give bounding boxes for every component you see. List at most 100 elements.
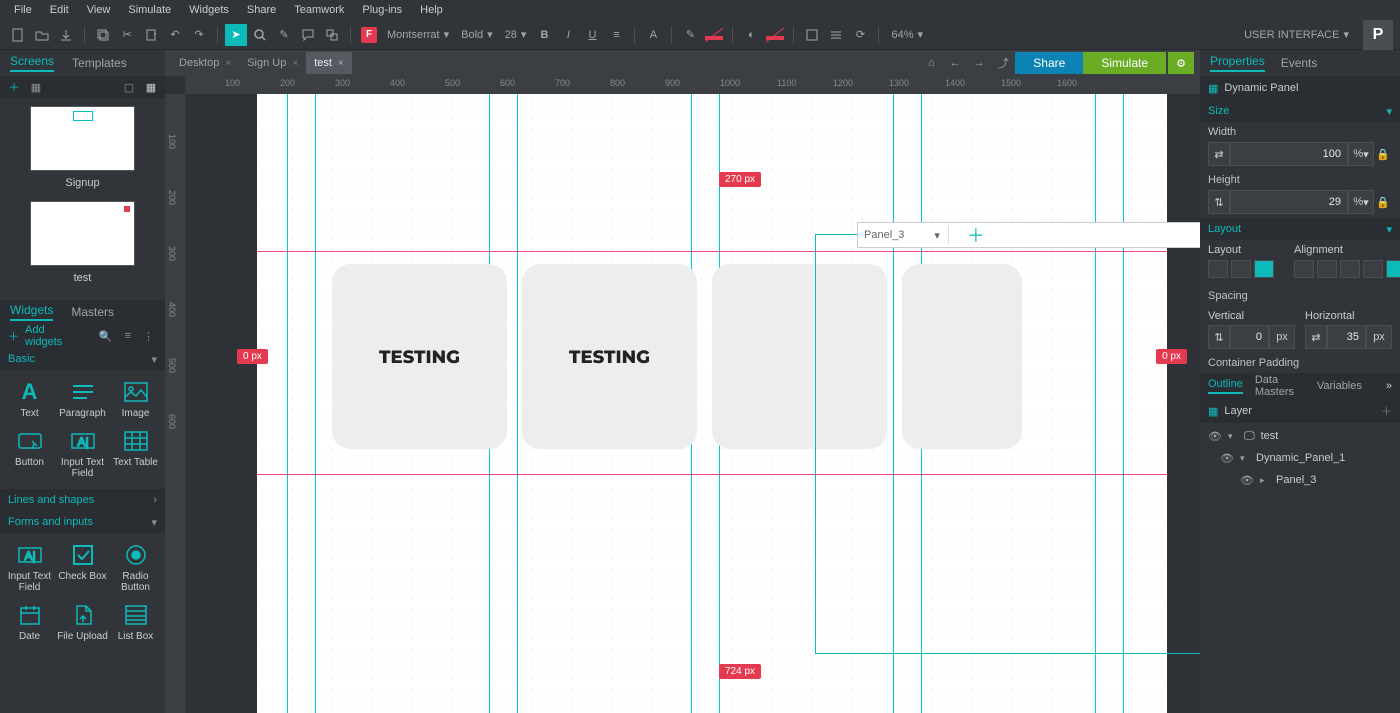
- widget-button[interactable]: Button: [4, 425, 55, 483]
- tab-properties[interactable]: Properties: [1210, 54, 1265, 72]
- width-input[interactable]: 100: [1230, 142, 1348, 166]
- outline-node-test[interactable]: 👁▾🖵test: [1200, 425, 1400, 447]
- fill-icon[interactable]: ◐: [740, 24, 762, 46]
- nav-forward-icon[interactable]: →: [968, 52, 990, 74]
- outline-more-icon[interactable]: »: [1386, 380, 1392, 392]
- tab-data-masters[interactable]: Data Masters: [1255, 374, 1305, 398]
- accordion-basic[interactable]: Basic: [8, 353, 35, 365]
- menu-share[interactable]: Share: [239, 2, 284, 18]
- distribute-icon[interactable]: [825, 24, 847, 46]
- width-unit[interactable]: % ▾: [1348, 142, 1374, 166]
- text-color-icon[interactable]: A: [642, 24, 664, 46]
- cut-icon[interactable]: ✂: [116, 24, 138, 46]
- tab-events[interactable]: Events: [1281, 56, 1318, 70]
- height-stepper-icon[interactable]: ⇅: [1208, 190, 1230, 214]
- tab-masters[interactable]: Masters: [71, 305, 114, 319]
- simulate-button[interactable]: Simulate: [1083, 52, 1166, 74]
- font-weight-dropdown[interactable]: Bold▾: [455, 25, 499, 45]
- highlight-icon[interactable]: ✎: [273, 24, 295, 46]
- layout-opt-3[interactable]: [1254, 260, 1274, 278]
- profile-avatar[interactable]: P: [1363, 20, 1393, 50]
- close-icon[interactable]: ×: [225, 58, 231, 69]
- underline-icon[interactable]: U: [581, 24, 603, 46]
- vspacing-stepper[interactable]: ⇅: [1208, 325, 1230, 349]
- layout-opt-2[interactable]: [1231, 260, 1251, 278]
- menu-plugins[interactable]: Plug-ins: [354, 2, 410, 18]
- widget-input-text2[interactable]: A|Input Text Field: [4, 539, 55, 597]
- simulate-settings-icon[interactable]: ⚙: [1168, 52, 1194, 74]
- italic-icon[interactable]: I: [557, 24, 579, 46]
- panel-selector-bar[interactable]: Panel_3▾ ＋: [857, 222, 1200, 248]
- pen-icon[interactable]: ✎: [679, 24, 701, 46]
- export-icon[interactable]: ⤴: [992, 52, 1014, 74]
- chevron-down-icon[interactable]: ▾: [1240, 453, 1250, 464]
- add-widgets-plus-icon[interactable]: ＋: [8, 328, 19, 344]
- card-testing-2[interactable]: TESTING: [522, 264, 697, 449]
- accordion-forms[interactable]: Forms and inputs: [8, 516, 93, 528]
- group-icon[interactable]: [321, 24, 343, 46]
- tab-variables[interactable]: Variables: [1317, 380, 1362, 392]
- height-input[interactable]: 29: [1230, 190, 1348, 214]
- canvas[interactable]: 1002003004005006007008009001000110012001…: [165, 76, 1200, 713]
- widgets-search-icon[interactable]: 🔍: [96, 330, 116, 343]
- widget-checkbox[interactable]: Check Box: [57, 539, 108, 597]
- lock-icon[interactable]: 🔒: [1374, 190, 1392, 214]
- chevron-right-icon[interactable]: ▸: [1260, 475, 1270, 486]
- panel-dropdown[interactable]: Panel_3▾: [864, 229, 940, 242]
- doc-tab-desktop[interactable]: Desktop×: [171, 52, 239, 74]
- screen-thumb-signup[interactable]: [30, 106, 135, 171]
- align-3[interactable]: [1340, 260, 1360, 278]
- view-thumb-icon[interactable]: ▢: [121, 79, 137, 95]
- align-1[interactable]: [1294, 260, 1314, 278]
- open-icon[interactable]: [31, 24, 53, 46]
- pointer-icon[interactable]: ➤: [225, 24, 247, 46]
- visibility-icon[interactable]: 👁: [1220, 452, 1234, 465]
- doc-tab-test[interactable]: test×: [306, 52, 352, 74]
- menu-widgets[interactable]: Widgets: [181, 2, 237, 18]
- outline-node-dynamic-panel[interactable]: 👁▾Dynamic_Panel_1: [1200, 447, 1400, 469]
- widget-date[interactable]: Date: [4, 599, 55, 646]
- tab-widgets[interactable]: Widgets: [10, 303, 53, 321]
- font-size-dropdown[interactable]: 28▾: [499, 25, 533, 45]
- add-widgets-label[interactable]: Add widgets: [25, 324, 84, 348]
- new-doc-icon[interactable]: [7, 24, 29, 46]
- layout-opt-1[interactable]: [1208, 260, 1228, 278]
- share-button[interactable]: Share: [1015, 52, 1083, 74]
- view-grid-icon[interactable]: ▦: [143, 79, 159, 95]
- menu-file[interactable]: File: [6, 2, 40, 18]
- paste-icon[interactable]: [140, 24, 162, 46]
- menu-view[interactable]: View: [79, 2, 119, 18]
- font-family-dropdown[interactable]: Montserrat▾: [381, 25, 455, 45]
- align-2[interactable]: [1317, 260, 1337, 278]
- widget-image[interactable]: Image: [110, 376, 161, 423]
- home-icon[interactable]: ⌂: [920, 52, 942, 74]
- visibility-icon[interactable]: 👁: [1240, 474, 1254, 487]
- visibility-icon[interactable]: 👁: [1208, 430, 1222, 443]
- outline-node-panel3[interactable]: 👁▸Panel_3: [1200, 469, 1400, 491]
- doc-tab-signup[interactable]: Sign Up×: [239, 52, 306, 74]
- tab-screens[interactable]: Screens: [10, 54, 54, 72]
- width-stepper-icon[interactable]: ⇄: [1208, 142, 1230, 166]
- card-testing-1[interactable]: TESTING: [332, 264, 507, 449]
- widget-text[interactable]: AText: [4, 376, 55, 423]
- fill-color-icon[interactable]: [764, 24, 786, 46]
- screen-thumb-test[interactable]: [30, 201, 135, 266]
- add-screen-icon[interactable]: ＋: [6, 79, 22, 95]
- search-icon[interactable]: [249, 24, 271, 46]
- canvas-page[interactable]: 270 px 0 px 0 px 724 px TESTING TESTING …: [257, 94, 1167, 713]
- widget-input-text[interactable]: A|Input Text Field: [57, 425, 108, 483]
- widget-file-upload[interactable]: File Upload: [57, 599, 108, 646]
- section-layout[interactable]: Layout: [1208, 223, 1241, 235]
- widget-paragraph[interactable]: Paragraph: [57, 376, 108, 423]
- screen-list-icon[interactable]: ▦: [28, 79, 44, 95]
- hspacing-input[interactable]: 35: [1327, 325, 1366, 349]
- widgets-filter-icon[interactable]: ≡: [122, 330, 134, 342]
- redo-icon[interactable]: ↷: [188, 24, 210, 46]
- project-dropdown[interactable]: USER INTERFACE▾: [1238, 25, 1355, 45]
- menu-simulate[interactable]: Simulate: [120, 2, 179, 18]
- accordion-lines[interactable]: Lines and shapes: [8, 494, 94, 506]
- align-4[interactable]: [1363, 260, 1383, 278]
- widgets-menu-icon[interactable]: ⋮: [140, 330, 157, 343]
- widget-text-table[interactable]: Text Table: [110, 425, 161, 483]
- bold-icon[interactable]: B: [533, 24, 555, 46]
